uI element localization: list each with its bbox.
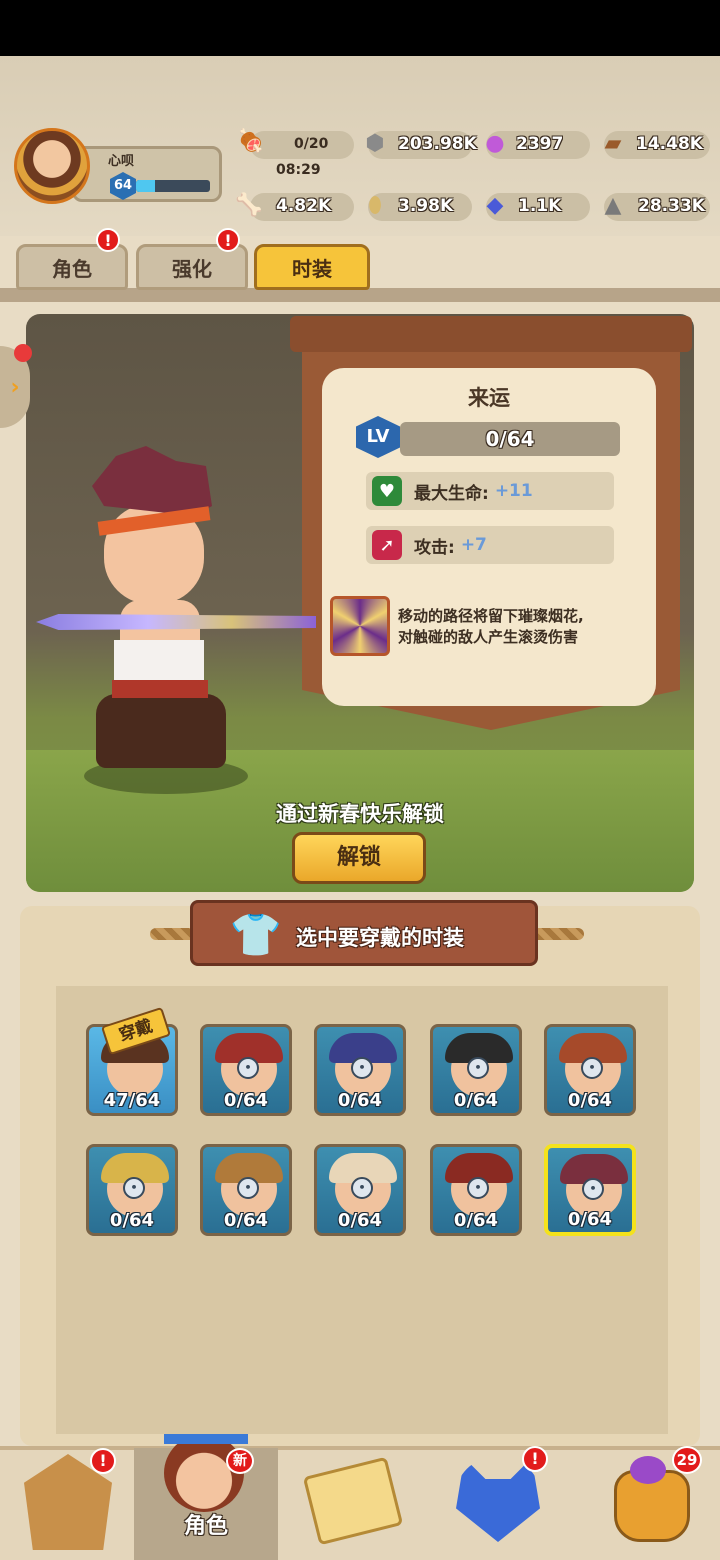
costume-progress: 0/64	[453, 1210, 499, 1231]
xp-bar	[136, 180, 210, 192]
wood-log-icon: ▰	[604, 130, 622, 156]
nav-bag-orb	[630, 1456, 666, 1484]
shirt-upgrade-icon: 👕	[229, 910, 283, 959]
tab-underline	[0, 288, 720, 302]
nav-bag-count: 29	[672, 1446, 702, 1474]
side-notification-dot	[14, 344, 32, 362]
nut-value: 203.98K	[398, 134, 477, 154]
stone-icon: ▲	[604, 192, 622, 218]
stat-row-max-hp: ♥ 最大生命: +11	[366, 472, 614, 510]
stat-hp-bonus: +11	[494, 481, 533, 501]
nav-pet-alert: !	[522, 1446, 548, 1472]
player-name: 心呗	[108, 154, 135, 169]
tab-upgrade-label: 强化	[172, 256, 212, 281]
nav-character-label: 角色	[183, 1514, 228, 1539]
stat-attack-bonus: +7	[460, 535, 487, 555]
costume-progress: 0/64	[567, 1090, 613, 1111]
nav-new-badge: 新	[226, 1448, 254, 1474]
costume-slot[interactable]: • 0/64	[200, 1024, 292, 1116]
player-avatar[interactable]	[14, 128, 90, 204]
costume-slot[interactable]: • 0/64	[314, 1144, 406, 1236]
costume-progress: 0/64	[337, 1210, 383, 1231]
tab-upgrade-alert: !	[216, 228, 240, 252]
stone-value: 28.33K	[638, 196, 705, 216]
padlock-icon: •	[351, 1057, 373, 1079]
costume-progress: 0/64	[223, 1090, 269, 1111]
heart-icon: ♥	[372, 476, 402, 506]
hero-pants	[96, 694, 226, 768]
stat-attack-label: 攻击:	[414, 537, 455, 558]
bone-value: 4.82K	[276, 196, 332, 216]
purple-gem-value: 2397	[516, 134, 564, 154]
costume-progress: 0/64	[223, 1210, 269, 1231]
costume-progress: 0/64	[337, 1090, 383, 1111]
firework-skill-icon[interactable]	[330, 596, 390, 656]
costume-slot[interactable]: • 0/64	[200, 1144, 292, 1236]
costume-slot[interactable]: • 0/64	[430, 1144, 522, 1236]
costume-slot[interactable]: • 0/64	[430, 1024, 522, 1116]
stamina-timer: 08:29	[276, 162, 321, 178]
player-card[interactable]	[72, 146, 222, 202]
skill-description: 移动的路径将留下璀璨烟花, 对触碰的敌人产生滚烫伤害	[398, 606, 658, 648]
stat-row-attack: ➚ 攻击: +7	[366, 526, 614, 564]
wood-value: 14.48K	[636, 134, 703, 154]
costume-progress: 47/64	[103, 1090, 161, 1111]
stamina-value: 0/20	[294, 136, 329, 152]
tab-costume-label: 时装	[292, 256, 332, 281]
padlock-icon: •	[582, 1178, 604, 1200]
padlock-icon: •	[467, 1177, 489, 1199]
xp-bar-fill	[136, 180, 155, 192]
unlock-hint: 通过新春快乐解锁	[276, 802, 444, 826]
padlock-icon: •	[123, 1177, 145, 1199]
meat-icon: 🍖	[237, 128, 265, 154]
stat-hp-label: 最大生命:	[414, 483, 489, 504]
costume-progress: 0/64	[109, 1210, 155, 1231]
blue-crystal-icon: ◆	[486, 192, 504, 218]
costume-slot[interactable]: • 0/64	[544, 1024, 636, 1116]
unlock-button[interactable]: 解锁	[292, 832, 426, 884]
padlock-icon: •	[351, 1177, 373, 1199]
hero-belt	[112, 680, 208, 698]
nav-castle-alert: !	[90, 1448, 116, 1474]
tab-character-label: 角色	[52, 256, 92, 281]
costume-progress: 0/64	[453, 1090, 499, 1111]
egg-value: 3.98K	[398, 196, 454, 216]
padlock-icon: •	[237, 1057, 259, 1079]
hero-chest-wrap	[114, 640, 204, 684]
tab-costume[interactable]: 时装	[254, 244, 370, 290]
selection-title: 选中要穿戴的时装	[296, 926, 464, 950]
costume-level-progress: 0/64	[400, 422, 620, 456]
padlock-icon: •	[581, 1057, 603, 1079]
padlock-icon: •	[237, 1177, 259, 1199]
skill-desc-line1: 移动的路径将留下璀璨烟花,	[398, 607, 584, 625]
sword-attack-icon: ➚	[372, 530, 402, 560]
purple-orb-icon: ●	[485, 130, 505, 156]
padlock-icon: •	[467, 1057, 489, 1079]
nav-character-icon	[164, 1434, 244, 1512]
costume-name: 来运	[468, 386, 510, 410]
hex-nut-icon: ⬢	[365, 130, 385, 156]
tab-character-alert: !	[96, 228, 120, 252]
bone-icon: 🦴	[235, 192, 263, 218]
egg-icon: ⬮	[368, 192, 382, 218]
costume-slot[interactable]: • 0/64	[86, 1144, 178, 1236]
nav-character-headband	[164, 1434, 248, 1444]
costume-slot[interactable]: • 0/64	[314, 1024, 406, 1116]
costume-slot[interactable]: • 0/64	[544, 1144, 636, 1236]
skill-desc-line2: 对触碰的敌人产生滚烫伤害	[398, 628, 579, 646]
info-banner-rod	[290, 316, 692, 352]
costume-progress: 0/64	[567, 1209, 613, 1230]
crystal-value: 1.1K	[518, 196, 562, 216]
status-bar	[0, 0, 720, 56]
